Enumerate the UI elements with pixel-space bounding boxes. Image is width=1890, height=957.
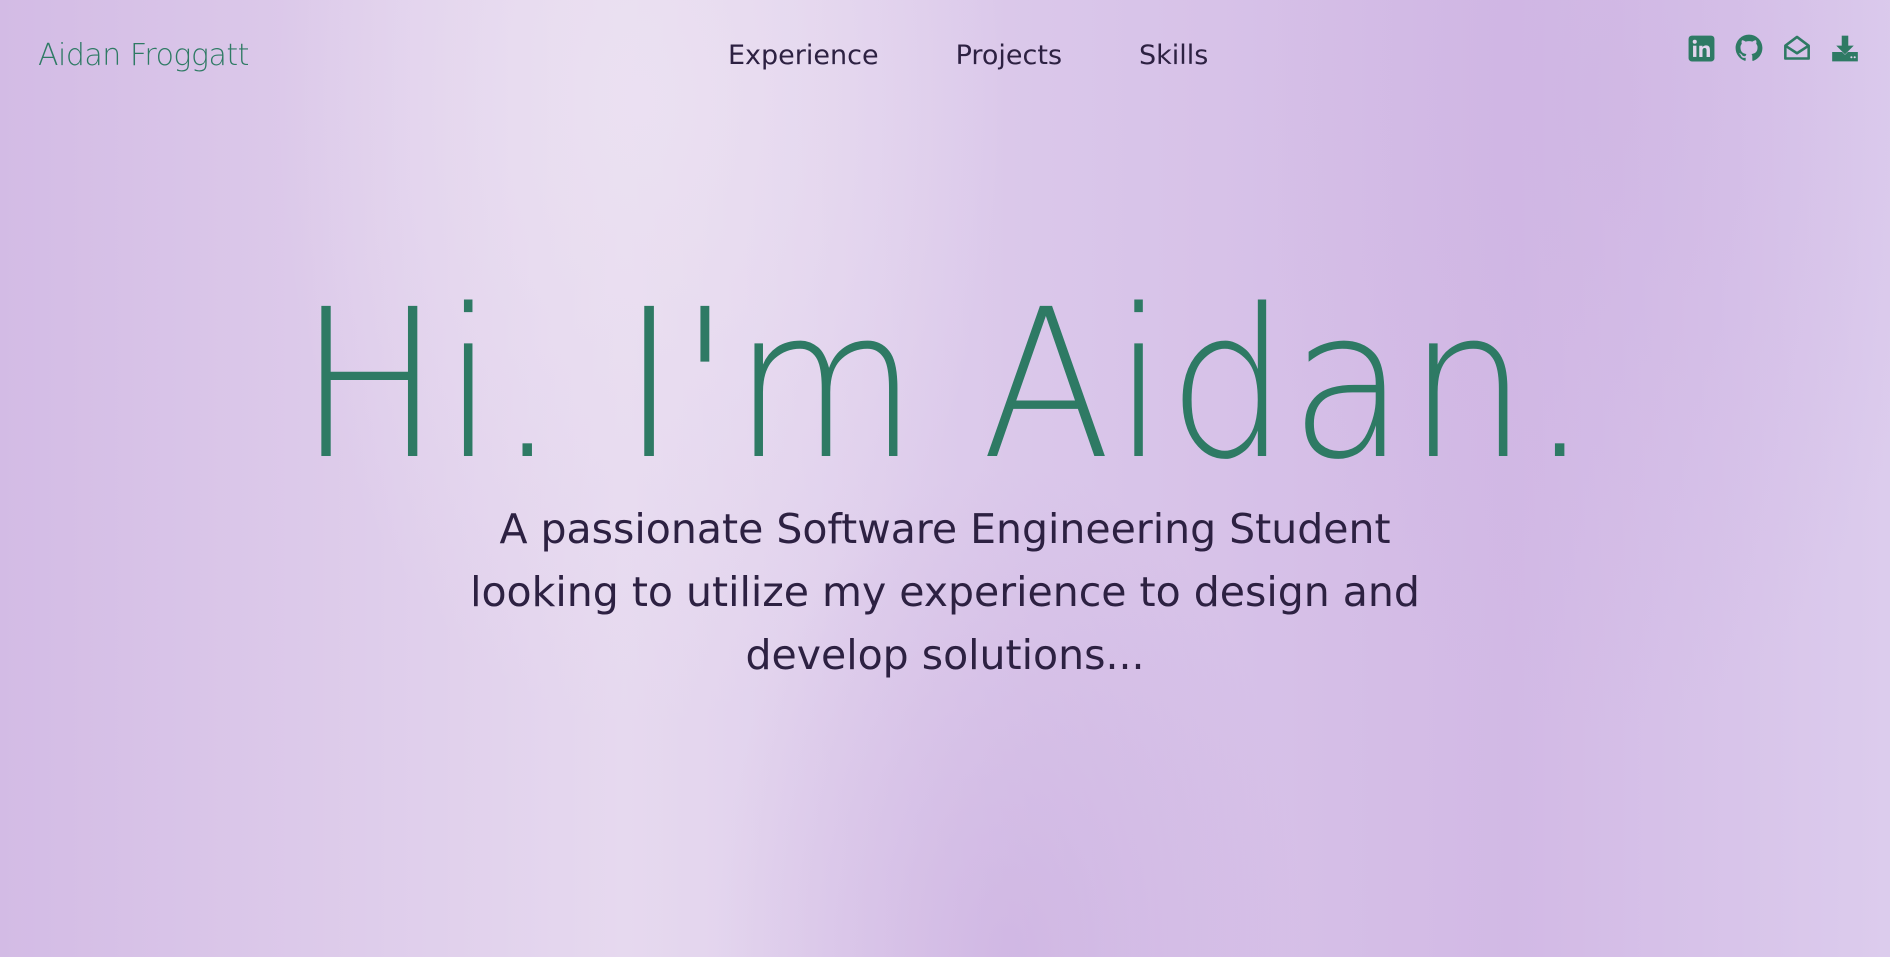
- nav-link-projects[interactable]: Projects: [956, 40, 1062, 71]
- email-icon[interactable]: [1783, 33, 1811, 63]
- linkedin-icon[interactable]: [1687, 33, 1715, 63]
- nav-link-experience[interactable]: Experience: [728, 40, 879, 71]
- nav-link-skills[interactable]: Skills: [1139, 40, 1208, 71]
- social-links: [1687, 33, 1859, 63]
- brand-logo-link[interactable]: Aidan Froggatt: [38, 38, 249, 73]
- hero-subtitle: A passionate Software Engineering Studen…: [470, 505, 1420, 679]
- site-header: Aidan Froggatt Experience Projects Skill…: [0, 0, 1890, 115]
- hero-title: Hi. I'm Aidan.: [298, 265, 1592, 505]
- download-resume-icon[interactable]: [1831, 33, 1859, 63]
- github-icon[interactable]: [1735, 33, 1763, 63]
- hero-section: Hi. I'm Aidan. A passionate Software Eng…: [0, 280, 1890, 687]
- main-nav: Experience Projects Skills: [728, 40, 1208, 71]
